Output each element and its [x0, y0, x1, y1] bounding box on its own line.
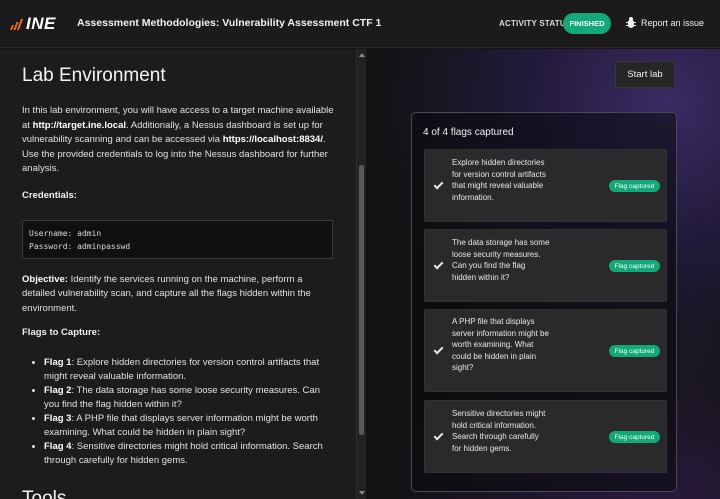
- start-lab-button[interactable]: Start lab: [615, 61, 675, 88]
- flag-captured-badge: Flag captured: [609, 180, 660, 192]
- flag-captured-badge: Flag captured: [609, 260, 660, 272]
- flag-item: A PHP file that displays server informat…: [424, 309, 667, 392]
- flags-list: Flag 1: Explore hidden directories for v…: [22, 356, 334, 468]
- flag-label: Flag 2: [44, 385, 72, 396]
- check-icon: [433, 430, 444, 441]
- ine-logo[interactable]: INE: [10, 14, 56, 34]
- scroll-down-arrow-icon[interactable]: [359, 491, 365, 495]
- flag-description: : Explore hidden directories for version…: [44, 357, 320, 382]
- objective-paragraph: Objective: Identify the services running…: [22, 273, 334, 317]
- flag-item: Sensitive directories might hold critica…: [424, 400, 667, 473]
- lab-intro-paragraph: In this lab environment, you will have a…: [22, 104, 334, 177]
- target-url: http://target.ine.local: [32, 119, 126, 131]
- status-badge: FINISHED: [563, 13, 611, 34]
- scrollbar-thumb[interactable]: [359, 165, 364, 435]
- logo-text: INE: [26, 14, 56, 33]
- logo-bars-icon: [10, 18, 24, 30]
- flags-to-capture-label: Flags to Capture:: [22, 327, 101, 338]
- scroll-up-arrow-icon[interactable]: [359, 53, 365, 57]
- password-line: Password: adminpasswd: [29, 241, 131, 251]
- flag-description: : A PHP file that displays server inform…: [44, 413, 318, 438]
- page-title: Assessment Methodologies: Vulnerability …: [77, 17, 382, 29]
- top-bar: INE Assessment Methodologies: Vulnerabil…: [0, 0, 720, 48]
- bug-icon: [626, 17, 636, 28]
- report-issue-label: Report an issue: [641, 17, 705, 28]
- flag-item-text: Sensitive directories might hold critica…: [452, 409, 546, 453]
- flag-description: : Sensitive directories might hold criti…: [44, 441, 323, 466]
- objective-label: Objective:: [22, 273, 68, 285]
- flag-item-text: A PHP file that displays server informat…: [452, 317, 549, 372]
- flag-label: Flag 4: [44, 441, 72, 452]
- list-item: Flag 2: The data storage has some loose …: [44, 384, 334, 412]
- flag-item: The data storage has some loose security…: [424, 229, 667, 302]
- tools-heading: Tools: [22, 488, 67, 499]
- flag-captured-badge: Flag captured: [609, 431, 660, 443]
- flag-item: Explore hidden directories for version c…: [424, 149, 667, 222]
- username-line: Username: admin: [29, 228, 102, 238]
- list-item: Flag 4: Sensitive directories might hold…: [44, 440, 334, 468]
- lab-instructions-panel: Lab Environment In this lab environment,…: [0, 49, 356, 499]
- flag-description: : The data storage has some loose securi…: [44, 385, 320, 410]
- nessus-url: https://localhost:8834/: [222, 134, 323, 145]
- lab-environment-heading: Lab Environment: [22, 65, 166, 86]
- credentials-code-block: Username: admin Password: adminpasswd: [22, 219, 333, 259]
- report-issue-button[interactable]: Report an issue: [626, 17, 704, 28]
- check-icon: [433, 259, 444, 270]
- credentials-label: Credentials:: [22, 189, 77, 201]
- flag-item-text: Explore hidden directories for version c…: [452, 158, 546, 202]
- flags-progress-card: 4 of 4 flags captured Explore hidden dir…: [411, 112, 677, 492]
- list-item: Flag 3: A PHP file that displays server …: [44, 412, 334, 440]
- lab-control-panel: Start lab 4 of 4 flags captured Explore …: [367, 49, 720, 499]
- flag-captured-badge: Flag captured: [609, 345, 660, 357]
- check-icon: [433, 344, 444, 355]
- check-icon: [433, 179, 444, 190]
- list-item: Flag 1: Explore hidden directories for v…: [44, 356, 334, 384]
- flag-label: Flag 3: [44, 413, 72, 424]
- flags-count: 4 of 4 flags captured: [423, 127, 514, 138]
- flag-label: Flag 1: [44, 357, 72, 368]
- instructions-scrollbar[interactable]: [356, 49, 366, 499]
- flag-item-text: The data storage has some loose security…: [452, 238, 550, 282]
